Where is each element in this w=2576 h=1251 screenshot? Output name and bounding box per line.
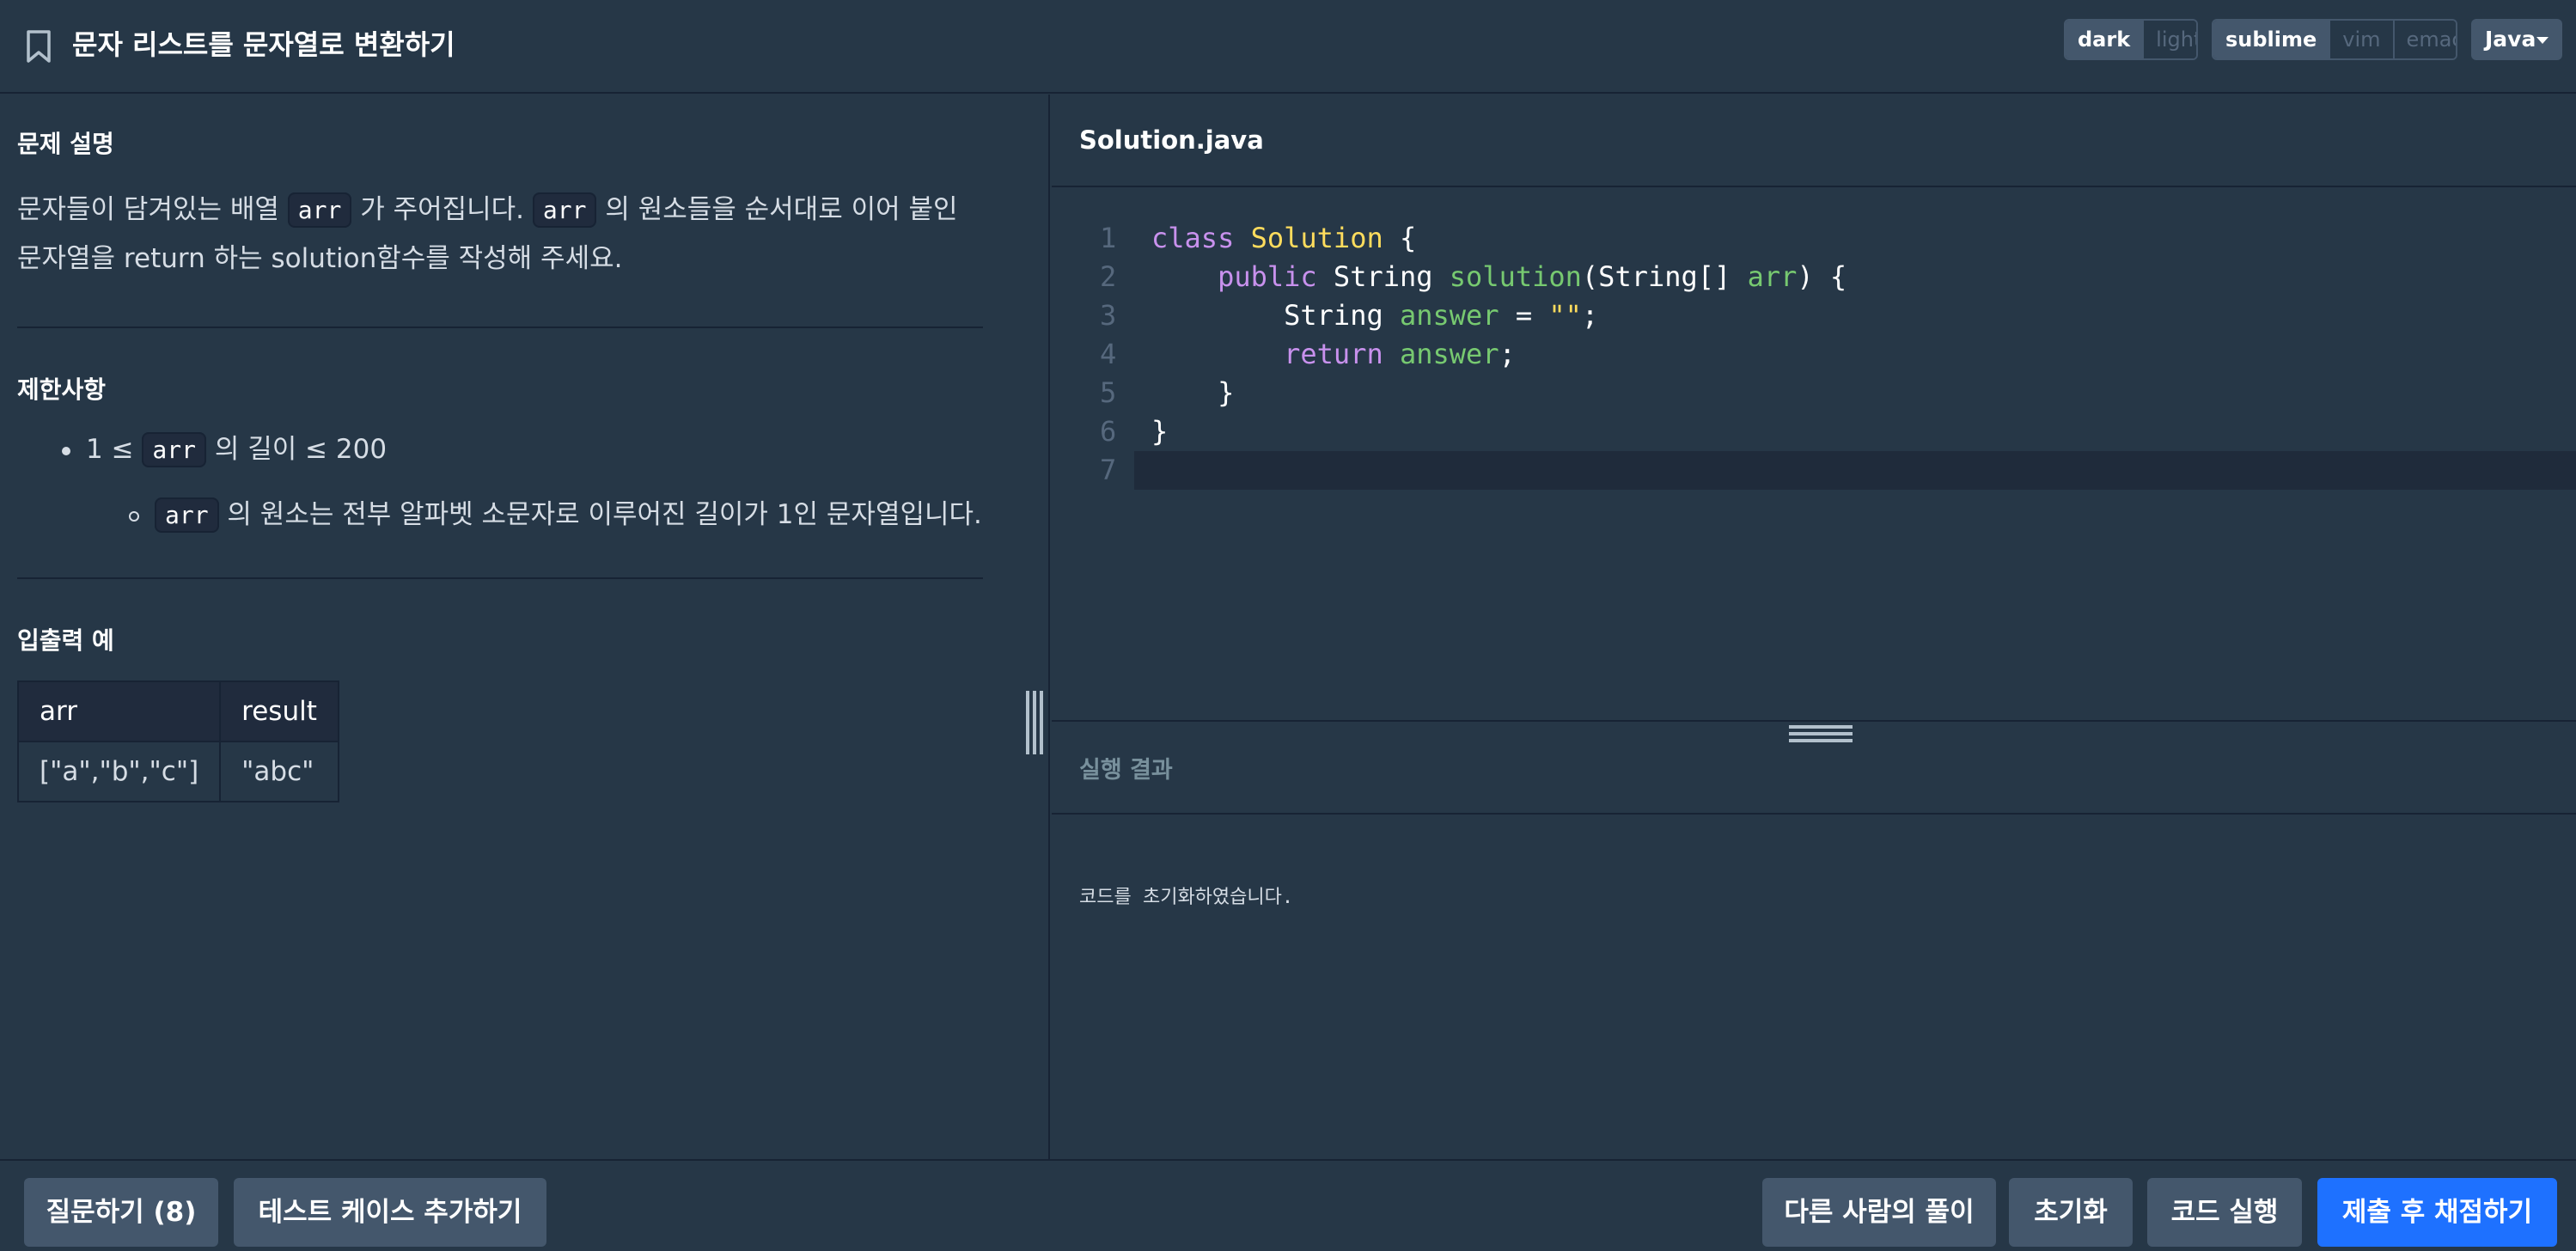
code-line: 3 String answer = ""; [1052, 296, 2576, 335]
inline-code: arr [142, 432, 206, 467]
code-line: 7 [1052, 451, 2576, 490]
keymap-sublime-option[interactable]: sublime [2213, 21, 2331, 58]
output-title: 실행 결과 [1079, 757, 1173, 784]
description-text: 문자들이 담겨있는 배열 arr 가 주어집니다. arr 의 원소들을 순서대… [17, 192, 958, 274]
keymap-toggle: sublime vim emacs [2212, 19, 2457, 60]
code-line: 2 public String solution(String[] arr) { [1052, 258, 2576, 296]
line-number: 2 [1100, 260, 1117, 293]
horizontal-resize-handle[interactable] [1789, 725, 1853, 742]
output-panel: 실행 결과 코드를 초기화하였습니다. [1052, 720, 2576, 1159]
bullet-circle [129, 510, 139, 522]
caret-down-icon [2536, 37, 2549, 44]
line-number: 6 [1100, 415, 1117, 448]
bookmark-icon[interactable] [24, 29, 53, 64]
line-number: 7 [1100, 454, 1117, 486]
line-number: 3 [1100, 299, 1117, 332]
code-line: 1 class Solution { [1052, 219, 2576, 258]
io-example-table: arr result ["a","b","c"] "abc" [16, 680, 339, 802]
output-text: 코드를 초기화하였습니다. [1079, 887, 1294, 908]
table-header-row: arr result [16, 680, 339, 742]
inline-code: arr [287, 192, 352, 228]
code-line: 5 } [1052, 374, 2576, 412]
file-name: Solution.java [1079, 125, 1264, 155]
code-line: 4 return answer; [1052, 335, 2576, 374]
io-heading: 입출력 예 [17, 626, 114, 655]
table-header-cell: arr [16, 680, 222, 742]
code-editor[interactable]: 1 class Solution { 2 public String solut… [1052, 219, 2576, 735]
line-number: 5 [1100, 376, 1117, 409]
constraints-heading: 제한사항 [17, 375, 107, 404]
run-code-button[interactable]: 코드 실행 [2147, 1178, 2302, 1247]
line-number: 4 [1100, 338, 1117, 370]
constraint-item: 1 ≤ arr 의 길이 ≤ 200 [62, 428, 387, 472]
editor-panel: Solution.java 1 class Solution { 2 publi… [1052, 95, 2576, 1159]
language-label: Java [2485, 27, 2536, 52]
bullet-dot [62, 446, 70, 455]
table-header-cell: result [219, 680, 339, 742]
bottom-bar: 질문하기 (8) 테스트 케이스 추가하기 다른 사람의 풀이 초기화 코드 실… [0, 1159, 2576, 1251]
output-divider [1052, 813, 2576, 815]
keymap-emacs-option[interactable]: emacs [2394, 21, 2456, 58]
vertical-resize-handle[interactable] [1026, 691, 1043, 754]
keymap-vim-option[interactable]: vim [2330, 21, 2395, 58]
description-heading: 문제 설명 [17, 130, 114, 158]
section-divider [17, 577, 983, 579]
file-tab[interactable]: Solution.java [1052, 95, 2576, 187]
others-solutions-button[interactable]: 다른 사람의 풀이 [1762, 1178, 1996, 1247]
ask-question-button[interactable]: 질문하기 (8) [24, 1178, 218, 1247]
submit-button[interactable]: 제출 후 채점하기 [2317, 1178, 2557, 1247]
section-divider [17, 326, 983, 328]
line-number: 1 [1100, 222, 1117, 254]
inline-code: arr [532, 192, 597, 228]
table-cell: ["a","b","c"] [16, 741, 222, 802]
code-line: 6 } [1052, 412, 2576, 451]
table-row: ["a","b","c"] "abc" [16, 741, 339, 802]
add-test-case-button[interactable]: 테스트 케이스 추가하기 [234, 1178, 546, 1247]
theme-light-option[interactable]: light [2144, 21, 2196, 58]
theme-toggle: dark light [2064, 19, 2198, 60]
language-dropdown[interactable]: Java [2471, 19, 2562, 60]
theme-dark-option[interactable]: dark [2066, 21, 2145, 58]
inline-code: arr [155, 497, 219, 533]
table-cell: "abc" [219, 741, 339, 802]
reset-button[interactable]: 초기화 [2009, 1178, 2133, 1247]
problem-title: 문자 리스트를 문자열로 변환하기 [72, 28, 455, 61]
constraint-subitem: arr 의 원소는 전부 알파벳 소문자로 이루어진 길이가 1인 문자열입니다… [129, 493, 982, 537]
top-bar: 문자 리스트를 문자열로 변환하기 dark light sublime vim… [0, 0, 2576, 94]
problem-panel: 문제 설명 문자들이 담겨있는 배열 arr 가 주어집니다. arr 의 원소… [0, 95, 1050, 1159]
